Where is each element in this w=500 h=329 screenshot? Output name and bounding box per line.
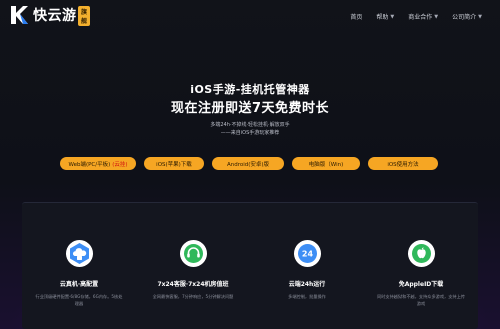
hero-subtitle-line2: ——来自iOS手游玩家推荐 [220, 130, 280, 136]
feature-24h: 24 云端24h运行 多端控制，批量操作 [250, 203, 364, 329]
web-client-extra: (云挂) [112, 161, 128, 168]
svg-text:24: 24 [302, 250, 314, 259]
hero-title-line2: 现在注册即送7天免费时长 [170, 101, 330, 116]
web-client-label: Web端(PC/平板) [68, 161, 111, 168]
feature-title: 云端24h运行 [288, 281, 326, 288]
download-buttons: Web端(PC/平板) (云挂) iOS(苹果)下载 Android(安卓)版 … [60, 157, 440, 170]
logo-badge: 旗舰 [78, 6, 91, 26]
ios-guide-button[interactable]: iOS使用方法 [368, 157, 438, 170]
nav-company-label: 公司简介 [452, 14, 477, 21]
24h-icon: 24 [298, 244, 317, 263]
headset-support-icon [184, 244, 203, 263]
android-download-button[interactable]: Android(安卓)版 [212, 157, 284, 170]
site-logo[interactable]: 快云游 旗舰 [8, 4, 91, 26]
feature-desc: 行业顶级硬件配置·6/8G存储，6G内存。5核处理器 [35, 294, 123, 306]
feature-support: 7x24客服·7x24机房值班 全网最快客服，7分钟响应，5分钟解决问题 [136, 203, 250, 329]
chevron-down-icon: ▼ [434, 13, 439, 20]
feature-panel: 云真机·高配置 行业顶级硬件配置·6/8G存储，6G内存。5核处理器 7x24客… [22, 202, 478, 329]
nav-home-label: 首页 [350, 14, 363, 21]
feature-title: 免AppleID下载 [398, 281, 444, 288]
hero-title-line1: iOS手游-挂机托管神器 [190, 83, 310, 96]
nav-business-label: 商业合作 [408, 14, 433, 21]
page-background: 快云游 旗舰 首页 帮助 ▼ 商业合作 ▼ 公司简介 ▼ iOS手游-挂机托管神… [0, 0, 500, 329]
feature-icon-wrap: 24 [294, 240, 321, 267]
apple-icon [412, 244, 431, 263]
main-nav: 首页 帮助 ▼ 商业合作 ▼ 公司简介 ▼ [350, 12, 482, 22]
feature-cloud-phone: 云真机·高配置 行业顶级硬件配置·6/8G存储，6G内存。5核处理器 [22, 203, 136, 329]
nav-help[interactable]: 帮助 ▼ [376, 12, 395, 22]
pc-download-button[interactable]: 电脑版（Win) [292, 157, 360, 170]
feature-desc: 多端控制，批量操作 [288, 294, 326, 299]
feature-icon-wrap [408, 240, 435, 267]
hero-subtitle-line1: 多端24h·不掉线·轻松挂机·解放双手 [210, 122, 290, 128]
pc-download-label: 电脑版（Win) [308, 161, 344, 168]
chevron-down-icon: ▼ [390, 13, 395, 20]
feature-icon-wrap [180, 240, 207, 267]
nav-home[interactable]: 首页 [350, 12, 362, 21]
nav-help-label: 帮助 [376, 14, 389, 21]
feature-desc: 同时支持越狱和不越，支持众多游戏，支持上传游戏 [377, 294, 465, 306]
nav-company[interactable]: 公司简介 ▼ [452, 12, 482, 22]
web-client-button[interactable]: Web端(PC/平板) (云挂) [60, 157, 136, 170]
nav-business[interactable]: 商业合作 ▼ [408, 12, 439, 22]
ios-download-button[interactable]: iOS(苹果)下载 [144, 157, 204, 170]
logo-k-icon [11, 6, 28, 24]
feature-icon-wrap [66, 240, 93, 267]
cloud-phone-icon [70, 243, 89, 264]
feature-apple-id: 免AppleID下载 同时支持越狱和不越，支持众多游戏，支持上传游戏 [364, 203, 478, 329]
feature-title: 7x24客服·7x24机房值班 [157, 281, 229, 288]
ios-guide-label: iOS使用方法 [387, 161, 419, 168]
logo-text: 快云游 [33, 8, 77, 24]
chevron-down-icon: ▼ [478, 13, 482, 20]
top-header: 快云游 旗舰 首页 帮助 ▼ 商业合作 ▼ 公司简介 ▼ [0, 0, 500, 32]
ios-download-label: iOS(苹果)下载 [156, 161, 192, 168]
feature-desc: 全网最快客服，7分钟响应，5分钟解决问题 [152, 294, 234, 299]
android-download-label: Android(安卓)版 [226, 161, 270, 168]
feature-title: 云真机·高配置 [59, 281, 99, 288]
